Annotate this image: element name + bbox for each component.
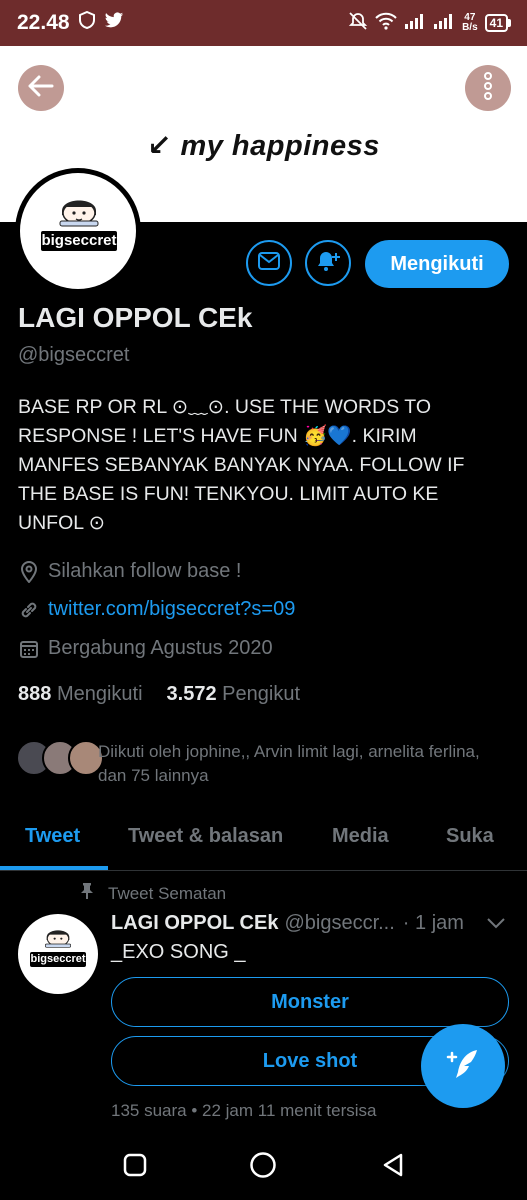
avatar: bigseccret (20, 173, 136, 289)
compose-feather-icon (443, 1044, 483, 1089)
followers-count[interactable]: 3.572 Pengikut (167, 683, 300, 706)
followed-by-avatars[interactable] (16, 740, 104, 776)
tweet-time: · 1 jam (402, 912, 464, 934)
mail-icon (257, 251, 281, 276)
battery-icon: 41 (484, 14, 511, 32)
tweet-author-name[interactable]: LAGI OPPOL CEk (111, 912, 278, 935)
tweet-author-avatar[interactable]: bigseccret (18, 914, 98, 994)
location-pin-icon (18, 560, 40, 583)
nav-back-icon[interactable] (378, 1150, 408, 1180)
tab-tweet[interactable]: Tweet (25, 825, 80, 848)
shield-icon (78, 10, 95, 35)
profile-name: LAGI OPPOL CEk (18, 302, 253, 333)
tweet-text: _EXO SONG _ (111, 941, 246, 963)
following-button[interactable]: Mengikuti (365, 240, 509, 288)
status-time: 22.48 (17, 11, 70, 34)
pinned-label: Tweet Sematan (80, 882, 226, 905)
following-count[interactable]: 888 Mengikuti (18, 683, 143, 706)
poll-meta: 135 suara • 22 jam 11 menit tersisa (111, 1101, 377, 1120)
twitter-bird-icon (104, 11, 124, 35)
nav-circle-icon[interactable] (248, 1150, 278, 1180)
tweet-author-handle[interactable]: @bigseccr... (284, 912, 394, 935)
signal-icon (433, 13, 455, 34)
profile-bio: BASE RP OR RL ⊙﹏⊙. USE THE WORDS TO RESP… (18, 396, 465, 534)
profile-location: Silahkan follow base ! (18, 560, 241, 583)
system-nav-bar (0, 1130, 527, 1200)
follow-counts: 888 Mengikuti 3.572 Pengikut (18, 683, 300, 706)
more-options-button[interactable] (465, 65, 511, 111)
back-arrow-icon (28, 75, 54, 102)
wifi-icon (375, 12, 397, 35)
mascot-illustration (45, 930, 71, 948)
profile-tabs: Tweet Tweet & balasan Media Suka (0, 812, 527, 871)
tab-tweet-and-replies[interactable]: Tweet & balasan (128, 825, 283, 848)
tweet-avatar-logo-text: bigseccret (30, 952, 86, 967)
signal-icon (404, 13, 426, 34)
tweet-header: LAGI OPPOL CEk @bigseccr... · 1 jam (111, 912, 511, 935)
tab-likes[interactable]: Suka (446, 825, 494, 848)
pin-icon (80, 882, 94, 905)
mascot-illustration (59, 200, 99, 227)
tab-media[interactable]: Media (332, 825, 389, 848)
notifications-button[interactable] (305, 240, 351, 286)
message-button[interactable] (246, 240, 292, 286)
more-vertical-icon (483, 71, 493, 105)
active-tab-indicator (0, 866, 108, 870)
avatar-logo-text: bigseccret (41, 231, 117, 251)
profile-handle: @bigseccret (18, 344, 130, 366)
profile-joined-date: Bergabung Agustus 2020 (18, 637, 273, 660)
network-speed: 47 B/s (462, 12, 478, 33)
bell-plus-icon (315, 249, 341, 278)
back-button[interactable] (18, 65, 64, 111)
nav-square-icon[interactable] (120, 1150, 150, 1180)
mute-icon (348, 11, 368, 36)
poll-option[interactable]: Monster (111, 977, 509, 1027)
followed-by-text[interactable]: Diikuti oleh jophine,, Arvin limit lagi,… (98, 740, 508, 788)
status-bar: 22.48 47 B/s 41 (0, 0, 527, 46)
compose-tweet-button[interactable] (421, 1024, 505, 1108)
chevron-down-icon[interactable] (486, 916, 506, 934)
link-icon (18, 599, 40, 621)
profile-avatar[interactable]: bigseccret (15, 168, 141, 294)
banner-text: ↙ my happiness (147, 130, 380, 162)
profile-link[interactable]: twitter.com/bigseccret?s=09 (18, 598, 295, 621)
calendar-icon (18, 638, 40, 660)
